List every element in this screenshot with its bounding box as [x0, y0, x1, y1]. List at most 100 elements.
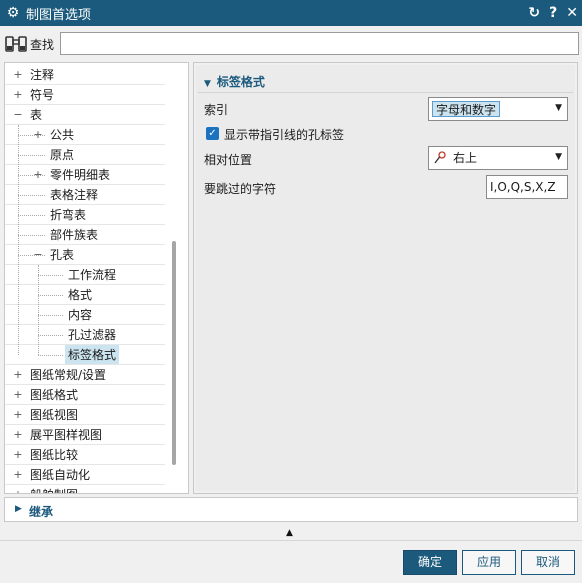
- tree-item[interactable]: + 注释: [5, 65, 165, 85]
- tree-item-label: 零件明细表: [50, 168, 111, 182]
- index-select-value: 字母和数字: [432, 101, 501, 117]
- tree-item[interactable]: 格式: [5, 285, 165, 305]
- tree-connector: [18, 175, 45, 176]
- tree-item-label: 注释: [30, 68, 55, 82]
- tree-item[interactable]: 标签格式: [5, 345, 165, 365]
- search-label: 查找: [30, 38, 55, 52]
- close-icon[interactable]: ✕: [566, 5, 578, 21]
- tree-item-label: 图纸自动化: [30, 468, 91, 482]
- tree-item-label: 部件族表: [50, 228, 99, 242]
- tree-item[interactable]: + 图纸视图: [5, 405, 165, 425]
- tree-item[interactable]: 孔过滤器: [5, 325, 165, 345]
- help-icon[interactable]: ?: [549, 5, 557, 21]
- collapse-up-icon[interactable]: ▲: [286, 528, 293, 538]
- search-bar: 查找: [0, 26, 582, 62]
- tree-item[interactable]: + 公共: [5, 125, 165, 145]
- expand-plus-icon[interactable]: +: [13, 425, 23, 445]
- reset-icon[interactable]: ↻: [528, 5, 540, 21]
- expand-plus-icon[interactable]: +: [13, 485, 23, 493]
- tree-scrollbar[interactable]: [172, 241, 176, 465]
- tree-item-label: 原点: [50, 148, 75, 162]
- ok-button[interactable]: 确定: [403, 550, 457, 575]
- collapse-minus-icon[interactable]: −: [13, 105, 23, 125]
- index-label: 索引: [204, 103, 229, 117]
- tree-item-label: 公共: [50, 128, 75, 142]
- tree-connector: [38, 295, 63, 296]
- expand-plus-icon[interactable]: +: [13, 385, 23, 405]
- tree-item-label: 工作流程: [68, 268, 117, 282]
- tree-connector: [18, 215, 45, 216]
- cancel-button[interactable]: 取消: [521, 550, 575, 575]
- tree-item-label: 格式: [68, 288, 93, 302]
- tree-connector: [38, 275, 63, 276]
- expand-triangle-icon: ▶: [15, 504, 22, 514]
- tree-item[interactable]: + 图纸自动化: [5, 465, 165, 485]
- tree-item[interactable]: 工作流程: [5, 265, 165, 285]
- tree-connector: [18, 135, 45, 136]
- expand-plus-icon[interactable]: +: [13, 85, 23, 105]
- expand-plus-icon[interactable]: +: [13, 65, 23, 85]
- index-select[interactable]: 字母和数字 ▼: [428, 97, 568, 121]
- tree-guide-line: [18, 125, 19, 355]
- show-leader-label: 显示带指引线的孔标签: [224, 128, 345, 142]
- tree-item-label: 船舶制图: [27, 485, 81, 493]
- tree-item-label: 表格注释: [50, 188, 99, 202]
- tree-item-label: 图纸视图: [30, 408, 79, 422]
- leader-up-right-icon: [434, 151, 446, 164]
- tree-connector: [18, 155, 45, 156]
- rel-pos-select-value: 右上: [453, 151, 478, 165]
- tree-connector: [18, 235, 45, 236]
- tree-item-label: 图纸比较: [30, 448, 79, 462]
- tree-item[interactable]: 折弯表: [5, 205, 165, 225]
- expand-plus-icon[interactable]: +: [13, 405, 23, 425]
- tree-item-label: 图纸格式: [30, 388, 79, 402]
- tree-item[interactable]: + 符号: [5, 85, 165, 105]
- tree-item-label: 表: [30, 108, 43, 122]
- tree-item-label: 孔过滤器: [68, 328, 117, 342]
- title-bar: ⚙ 制图首选项 ↻ ? ✕: [0, 0, 582, 26]
- apply-button[interactable]: 应用: [462, 550, 516, 575]
- section-title: 标签格式: [216, 75, 265, 89]
- tree-item[interactable]: + 船舶制图: [5, 485, 165, 493]
- tree-item[interactable]: + 图纸比较: [5, 445, 165, 465]
- tree-item[interactable]: − 表: [5, 105, 165, 125]
- tree-item-label: 内容: [68, 308, 93, 322]
- dropdown-arrow-icon: ▼: [555, 103, 562, 113]
- tree-item[interactable]: 部件族表: [5, 225, 165, 245]
- binoculars-icon: [5, 36, 27, 52]
- tree-connector: [18, 195, 45, 196]
- rel-pos-select[interactable]: 右上 ▼: [428, 146, 568, 170]
- show-leader-checkbox[interactable]: ✓: [206, 127, 219, 140]
- tree-item[interactable]: 原点: [5, 145, 165, 165]
- skip-chars-input[interactable]: I,O,Q,S,X,Z: [486, 175, 568, 199]
- inherit-label: 继承: [29, 505, 54, 519]
- tree-item[interactable]: + 零件明细表: [5, 165, 165, 185]
- tree-item[interactable]: − 孔表: [5, 245, 165, 265]
- tree-connector: [38, 335, 63, 336]
- inherit-section[interactable]: ▶ 继承: [4, 497, 578, 522]
- rel-pos-label: 相对位置: [204, 153, 253, 167]
- window-title: 制图首选项: [26, 7, 92, 23]
- section-divider: [198, 92, 573, 93]
- expand-plus-icon[interactable]: +: [13, 365, 23, 385]
- preferences-tree: + 注释 + 符号 − 表 + 公共 原点 + 零件明细表 表格注释 折弯表 部件族表 − 孔表 工作流程 格式内…: [4, 62, 189, 494]
- tree-item-label: 折弯表: [50, 208, 87, 222]
- tree-item-label: 符号: [30, 88, 55, 102]
- dropdown-arrow-icon: ▼: [555, 152, 562, 162]
- tree-item[interactable]: 表格注释: [5, 185, 165, 205]
- tree-item[interactable]: 内容: [5, 305, 165, 325]
- tree-item[interactable]: + 图纸格式: [5, 385, 165, 405]
- expand-plus-icon[interactable]: +: [13, 465, 23, 485]
- tree-item[interactable]: + 展平图样视图: [5, 425, 165, 445]
- tree-item-label: 图纸常规/设置: [30, 368, 107, 382]
- tree-connector: [38, 315, 63, 316]
- tree-connector: [38, 355, 63, 356]
- expand-plus-icon[interactable]: +: [13, 445, 23, 465]
- tree-item-label: 孔表: [50, 248, 75, 262]
- tree-item[interactable]: + 图纸常规/设置: [5, 365, 165, 385]
- tree-connector: [18, 255, 45, 256]
- tree-item-label: 展平图样视图: [30, 428, 103, 442]
- section-header[interactable]: ▼ 标签格式: [204, 73, 265, 90]
- search-input[interactable]: [60, 32, 579, 55]
- tree-guide-line: [38, 265, 39, 355]
